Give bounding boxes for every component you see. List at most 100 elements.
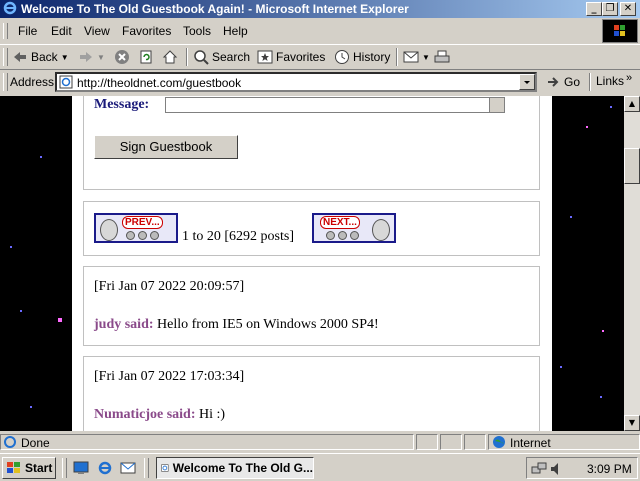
minimize-button[interactable]: _ <box>586 2 602 16</box>
clock[interactable]: 3:09 PM <box>587 462 632 476</box>
address-url: http://theoldnet.com/guestbook <box>77 76 242 90</box>
scroll-thumb[interactable] <box>624 148 640 184</box>
mail-button[interactable]: ▼ <box>403 48 430 66</box>
address-bar: Address http://theoldnet.com/guestbook G… <box>0 69 640 94</box>
entry-author: judy said: <box>94 317 154 332</box>
favorites-button[interactable]: Favorites <box>257 48 325 66</box>
sign-guestbook-button[interactable]: Sign Guestbook <box>94 135 238 159</box>
stop-icon <box>115 50 129 64</box>
windows-throbber <box>602 19 638 43</box>
menu-help[interactable]: Help <box>223 24 248 38</box>
background-star <box>40 156 42 158</box>
outlook-icon[interactable] <box>120 460 136 476</box>
status-cell <box>464 434 486 450</box>
background-star <box>602 330 604 332</box>
entry-author: Numaticjoe said: <box>94 407 196 422</box>
print-button[interactable] <box>434 48 450 66</box>
message-input[interactable] <box>165 97 505 113</box>
next-button[interactable]: NEXT... <box>312 213 396 243</box>
background-star <box>30 406 32 408</box>
scroll-down-button[interactable]: ▼ <box>624 415 640 431</box>
ie-page-icon <box>161 464 169 472</box>
history-button[interactable]: History <box>334 48 390 66</box>
entry-body: Numaticjoe said: Hi :) <box>94 407 225 423</box>
forward-arrow-icon <box>80 52 92 62</box>
title-bar[interactable]: Welcome To The Old Guestbook Again! - Mi… <box>0 0 640 18</box>
status-text-cell: Done <box>0 434 414 450</box>
close-button[interactable]: ✕ <box>620 2 636 16</box>
next-label: NEXT... <box>320 216 360 229</box>
home-icon <box>162 50 178 64</box>
background-star <box>610 106 612 108</box>
prev-button[interactable]: PREV... <box>94 213 178 243</box>
background-star <box>600 396 602 398</box>
entry-body: judy said: Hello from IE5 on Windows 200… <box>94 317 379 333</box>
refresh-button[interactable] <box>138 48 154 66</box>
ie-icon[interactable] <box>97 460 113 476</box>
address-separator <box>589 73 591 91</box>
dots-icon <box>126 231 162 241</box>
prev-label: PREV... <box>122 216 163 229</box>
toolbar-separator <box>396 48 398 66</box>
favorites-star-icon <box>257 50 273 64</box>
entry-text: Hi :) <box>199 407 226 422</box>
menu-edit[interactable]: Edit <box>51 24 72 38</box>
links-more-icon[interactable]: » <box>626 72 632 84</box>
volume-icon[interactable] <box>549 461 565 477</box>
restore-button[interactable]: ❐ <box>602 2 618 16</box>
chevron-down-icon <box>524 81 530 84</box>
home-button[interactable] <box>162 48 178 66</box>
status-cell <box>440 434 462 450</box>
mail-dropdown-icon[interactable]: ▼ <box>422 53 430 62</box>
menu-favorites[interactable]: Favorites <box>122 24 171 38</box>
go-arrow-icon <box>548 77 559 87</box>
toolbar-grip <box>3 48 8 66</box>
entry-text: Hello from IE5 on Windows 2000 SP4! <box>157 317 379 332</box>
print-icon <box>434 50 450 63</box>
status-bar: Done Internet <box>0 432 640 452</box>
stop-button[interactable] <box>114 48 130 66</box>
guestbook-entry: [Fri Jan 07 2022 20:09:57] judy said: He… <box>83 266 540 346</box>
background-star <box>20 310 22 312</box>
ie-logo-icon <box>3 1 17 15</box>
standard-toolbar: Back ▼ ▼ Search Favorites History ▼ <box>0 44 640 69</box>
dots-icon <box>326 231 362 241</box>
menu-view[interactable]: View <box>84 24 110 38</box>
network-icon[interactable] <box>531 461 547 477</box>
egg-icon <box>100 219 118 241</box>
background-star <box>570 216 572 218</box>
back-button[interactable]: Back ▼ <box>12 48 69 66</box>
search-button[interactable]: Search <box>193 48 250 66</box>
background-star <box>560 366 562 368</box>
desktop-icon[interactable] <box>73 460 89 476</box>
history-label: History <box>353 50 391 64</box>
message-dropdown-button[interactable] <box>489 98 504 112</box>
search-label: Search <box>212 50 251 64</box>
menu-tools[interactable]: Tools <box>183 24 211 38</box>
toolbar-separator <box>186 48 188 66</box>
forward-button[interactable]: ▼ <box>78 48 105 66</box>
go-button[interactable]: Go <box>546 74 580 90</box>
address-input[interactable]: http://theoldnet.com/guestbook <box>55 72 537 92</box>
status-cell <box>416 434 438 450</box>
start-button[interactable]: Start <box>2 457 56 479</box>
zone-label: Internet <box>510 436 551 450</box>
address-dropdown-button[interactable] <box>519 74 535 90</box>
menu-bar: File Edit View Favorites Tools Help <box>0 20 640 42</box>
pagination-box: PREV... 1 to 20 [6292 posts] NEXT... <box>83 201 540 256</box>
windows-logo-icon <box>614 25 625 36</box>
post-count: 1 to 20 [6292 posts] <box>182 229 294 244</box>
menu-file[interactable]: File <box>18 24 37 38</box>
egg-icon <box>372 219 390 241</box>
scroll-up-button[interactable]: ▲ <box>624 96 640 112</box>
start-label: Start <box>25 461 53 475</box>
taskbar: Start Welcome To The Old G... 3:09 PM <box>0 453 640 481</box>
background-star <box>586 126 588 128</box>
sign-form: Message: Sign Guestbook <box>83 96 540 190</box>
vertical-scrollbar[interactable]: ▲ ▼ <box>624 96 640 431</box>
links-button[interactable]: Links <box>596 74 624 88</box>
forward-dropdown-icon[interactable]: ▼ <box>97 53 105 62</box>
task-ie-window[interactable]: Welcome To The Old G... <box>156 457 314 479</box>
refresh-icon <box>140 50 152 64</box>
back-dropdown-icon[interactable]: ▼ <box>61 53 69 62</box>
